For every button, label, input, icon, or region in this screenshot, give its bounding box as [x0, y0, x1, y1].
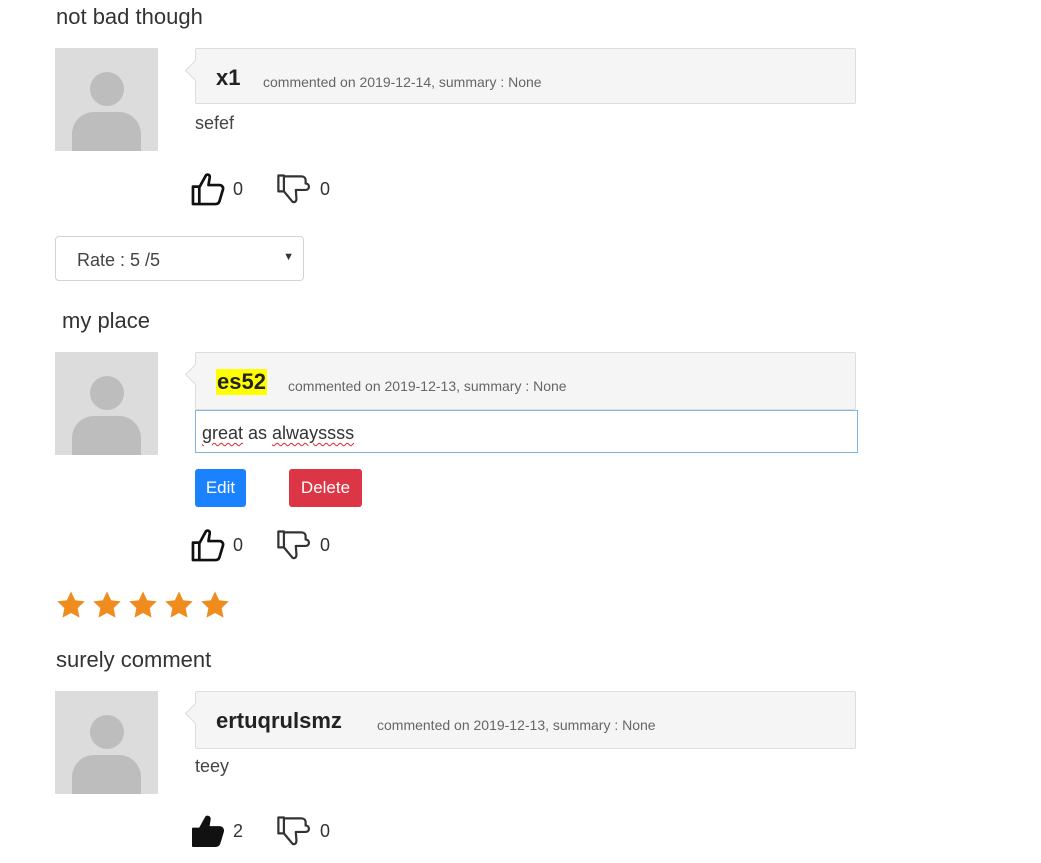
thumbs-down-icon	[276, 170, 314, 208]
like-count: 0	[233, 534, 244, 555]
review-title: my place	[62, 308, 151, 333]
like-count: 2	[233, 820, 244, 841]
star-icon	[57, 591, 85, 618]
comment-author: es52	[216, 369, 267, 395]
like-button[interactable]: 0	[189, 526, 243, 564]
star-icon	[129, 591, 157, 618]
avatar	[55, 352, 158, 455]
avatar	[55, 691, 158, 794]
dislike-button[interactable]: 0	[276, 812, 330, 850]
review-title: not bad though	[56, 4, 203, 29]
star-rating	[55, 589, 235, 621]
dislike-button[interactable]: 0	[276, 526, 330, 564]
star-icon	[93, 591, 121, 618]
comment-author: x1	[216, 65, 241, 90]
star-icon	[201, 591, 229, 618]
like-button[interactable]: 2	[189, 812, 243, 850]
thumbs-up-icon	[189, 812, 227, 850]
review-title: surely comment	[56, 647, 212, 672]
comment-meta: commented on 2019-12-14, summary : None	[263, 74, 542, 90]
thumbs-down-icon	[276, 812, 314, 850]
comment-meta: commented on 2019-12-13, summary : None	[288, 378, 567, 394]
comment-text: teey	[195, 756, 230, 776]
dislike-count: 0	[320, 178, 331, 199]
comment-header: ertuqrulsmz commented on 2019-12-13, sum…	[195, 691, 856, 749]
comment-author: ertuqrulsmz	[216, 708, 342, 733]
delete-button[interactable]: Delete	[289, 469, 362, 507]
star-icon	[165, 591, 193, 618]
dislike-button[interactable]: 0	[276, 170, 330, 208]
dislike-count: 0	[320, 820, 331, 841]
rate-select[interactable]: Rate : 5 /5 ▼	[55, 236, 304, 281]
rate-select-value: Rate : 5 /5	[77, 250, 161, 270]
like-count: 0	[233, 178, 244, 199]
comment-header: x1 commented on 2019-12-14, summary : No…	[195, 48, 856, 104]
edit-button[interactable]: Edit	[195, 469, 246, 507]
comment-header: es52 commented on 2019-12-13, summary : …	[195, 352, 856, 410]
dislike-count: 0	[320, 534, 331, 555]
comment-edit-input[interactable]: great as alwayssss	[195, 410, 858, 453]
comment-meta: commented on 2019-12-13, summary : None	[377, 717, 656, 733]
thumbs-up-icon	[189, 526, 227, 564]
like-button[interactable]: 0	[189, 170, 243, 208]
comment-text: sefef	[195, 113, 235, 133]
avatar	[55, 48, 158, 151]
thumbs-up-icon	[189, 170, 227, 208]
thumbs-down-icon	[276, 526, 314, 564]
caret-down-icon: ▼	[283, 251, 294, 263]
comment-edit-text: great as alwayssss	[202, 423, 355, 443]
